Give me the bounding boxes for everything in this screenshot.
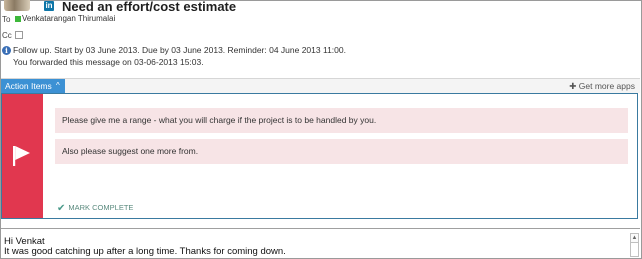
flag-icon [13,146,30,166]
body-text: It was good catching up after a long tim… [4,246,286,257]
mark-complete-button[interactable]: ✔ MARK COMPLETE [57,203,133,214]
scroll-up-button[interactable]: ▲ [630,233,639,243]
action-items-card: Please give me a range - what you will c… [1,93,638,219]
presence-icon [15,16,21,22]
plus-icon: ✚ [569,81,579,91]
action-items-label: Action Items [5,81,52,91]
to-label: To [2,15,11,24]
apps-bar: Action Items ^ ✚ Get more apps [1,78,640,93]
forwarded-info: You forwarded this message on 03-06-2013… [13,57,204,67]
mark-complete-label: MARK COMPLETE [68,203,134,212]
flag-panel [2,94,43,218]
sender-avatar[interactable] [4,0,30,11]
get-more-apps-link[interactable]: ✚ Get more apps [569,79,635,93]
cc-checkbox-icon [15,31,23,39]
recipient-name[interactable]: Venkatarangan Thirumalai [22,14,115,23]
get-more-apps-label: Get more apps [578,81,635,91]
cc-label: Cc [2,31,12,40]
info-icon: i [2,46,11,55]
followup-info: Follow up. Start by 03 June 2013. Due by… [13,45,346,55]
message-subject: Need an effort/cost estimate [62,0,237,14]
checkmark-icon: ✔ [57,203,66,214]
action-items-tab[interactable]: Action Items ^ [1,79,65,93]
divider [1,228,640,229]
action-item[interactable]: Please give me a range - what you will c… [55,108,628,133]
scrollbar-track[interactable] [630,243,639,257]
action-item[interactable]: Also please suggest one more from. [55,139,628,164]
chevron-up-icon: ^ [56,81,60,90]
linkedin-icon[interactable]: in [44,1,54,11]
